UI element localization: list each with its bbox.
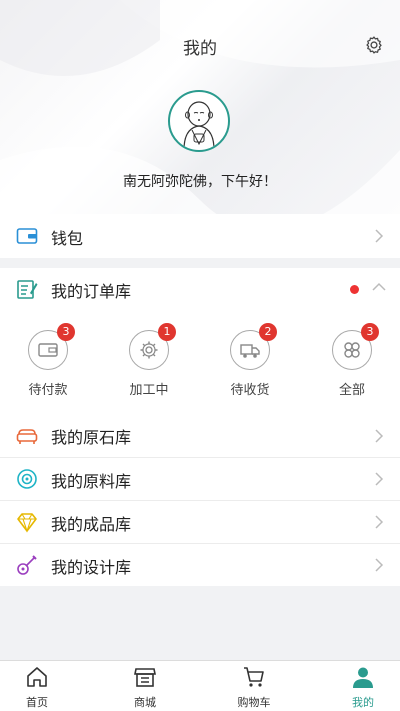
chevron-right-icon [375, 558, 384, 572]
disc-icon [17, 469, 37, 489]
library-label: 我的成品库 [51, 515, 132, 534]
greeting-text: 南无阿弥陀佛，下午好！ [123, 174, 277, 190]
orders-header-row[interactable]: 我的订单库 [0, 268, 400, 310]
order-status-all[interactable]: 3 全部 [322, 323, 382, 398]
order-status-bar: 3 待付款 1 加工中 2 待收货 3 全部 [0, 310, 400, 414]
tab-label: 我的 [352, 696, 374, 709]
clover-icon [344, 342, 360, 358]
raw-stone-library-row[interactable]: 我的原石库 [0, 414, 400, 457]
order-status-pending-payment[interactable]: 3 待付款 [18, 323, 78, 398]
gear-icon[interactable] [364, 35, 384, 55]
tab-label: 购物车 [237, 696, 271, 709]
sofa-icon [16, 429, 38, 444]
design-library-row[interactable]: 我的设计库 [0, 544, 400, 586]
bottom-tab-bar: 首页 商城 购物车 我的 [0, 660, 400, 711]
raw-material-library-row[interactable]: 我的原料库 [0, 458, 400, 500]
order-status-label: 全部 [338, 383, 365, 398]
tab-mall[interactable]: 商城 [115, 665, 175, 710]
count-badge: 3 [361, 323, 379, 341]
wallet-icon [16, 228, 38, 244]
chevron-right-icon [375, 472, 384, 486]
avatar[interactable] [168, 90, 230, 152]
chevron-right-icon [375, 515, 384, 529]
tab-cart[interactable]: 购物车 [224, 665, 284, 710]
page-title: 我的 [183, 39, 217, 59]
profile-header: 我的 南无阿弥陀佛，下午好！ [0, 0, 400, 214]
order-status-label: 待付款 [28, 383, 68, 398]
diamond-icon [17, 513, 37, 533]
cart-icon [244, 667, 264, 687]
order-status-label: 加工中 [129, 383, 169, 398]
order-status-processing[interactable]: 1 加工中 [119, 323, 179, 398]
order-status-awaiting-delivery[interactable]: 2 待收货 [220, 323, 280, 398]
monk-avatar-illustration [183, 101, 215, 150]
chevron-right-icon [375, 229, 384, 243]
notepad-icon [17, 280, 38, 299]
tab-label: 首页 [26, 696, 48, 709]
count-badge: 1 [158, 323, 176, 341]
wallet-row[interactable]: 钱包 [0, 214, 400, 258]
count-badge: 2 [259, 323, 277, 341]
finished-product-library-row[interactable]: 我的成品库 [0, 501, 400, 543]
library-label: 我的设计库 [51, 558, 132, 577]
count-badge: 3 [57, 323, 75, 341]
tab-label: 商城 [134, 696, 156, 709]
gear-icon [140, 341, 158, 359]
chevron-right-icon [375, 429, 384, 443]
orders-label: 我的订单库 [51, 282, 132, 301]
tab-me[interactable]: 我的 [333, 665, 393, 710]
store-icon [134, 668, 156, 687]
library-label: 我的原料库 [51, 472, 132, 491]
truck-icon [240, 344, 260, 358]
wallet-label: 钱包 [51, 229, 84, 248]
tab-home[interactable]: 首页 [7, 665, 67, 710]
notification-dot [350, 285, 359, 294]
guitar-icon [17, 555, 37, 575]
library-label: 我的原石库 [51, 428, 132, 447]
order-status-label: 待收货 [230, 383, 270, 398]
wallet-icon [38, 343, 58, 357]
person-icon [353, 667, 373, 688]
home-icon [27, 667, 47, 687]
chevron-up-icon[interactable] [372, 282, 386, 292]
